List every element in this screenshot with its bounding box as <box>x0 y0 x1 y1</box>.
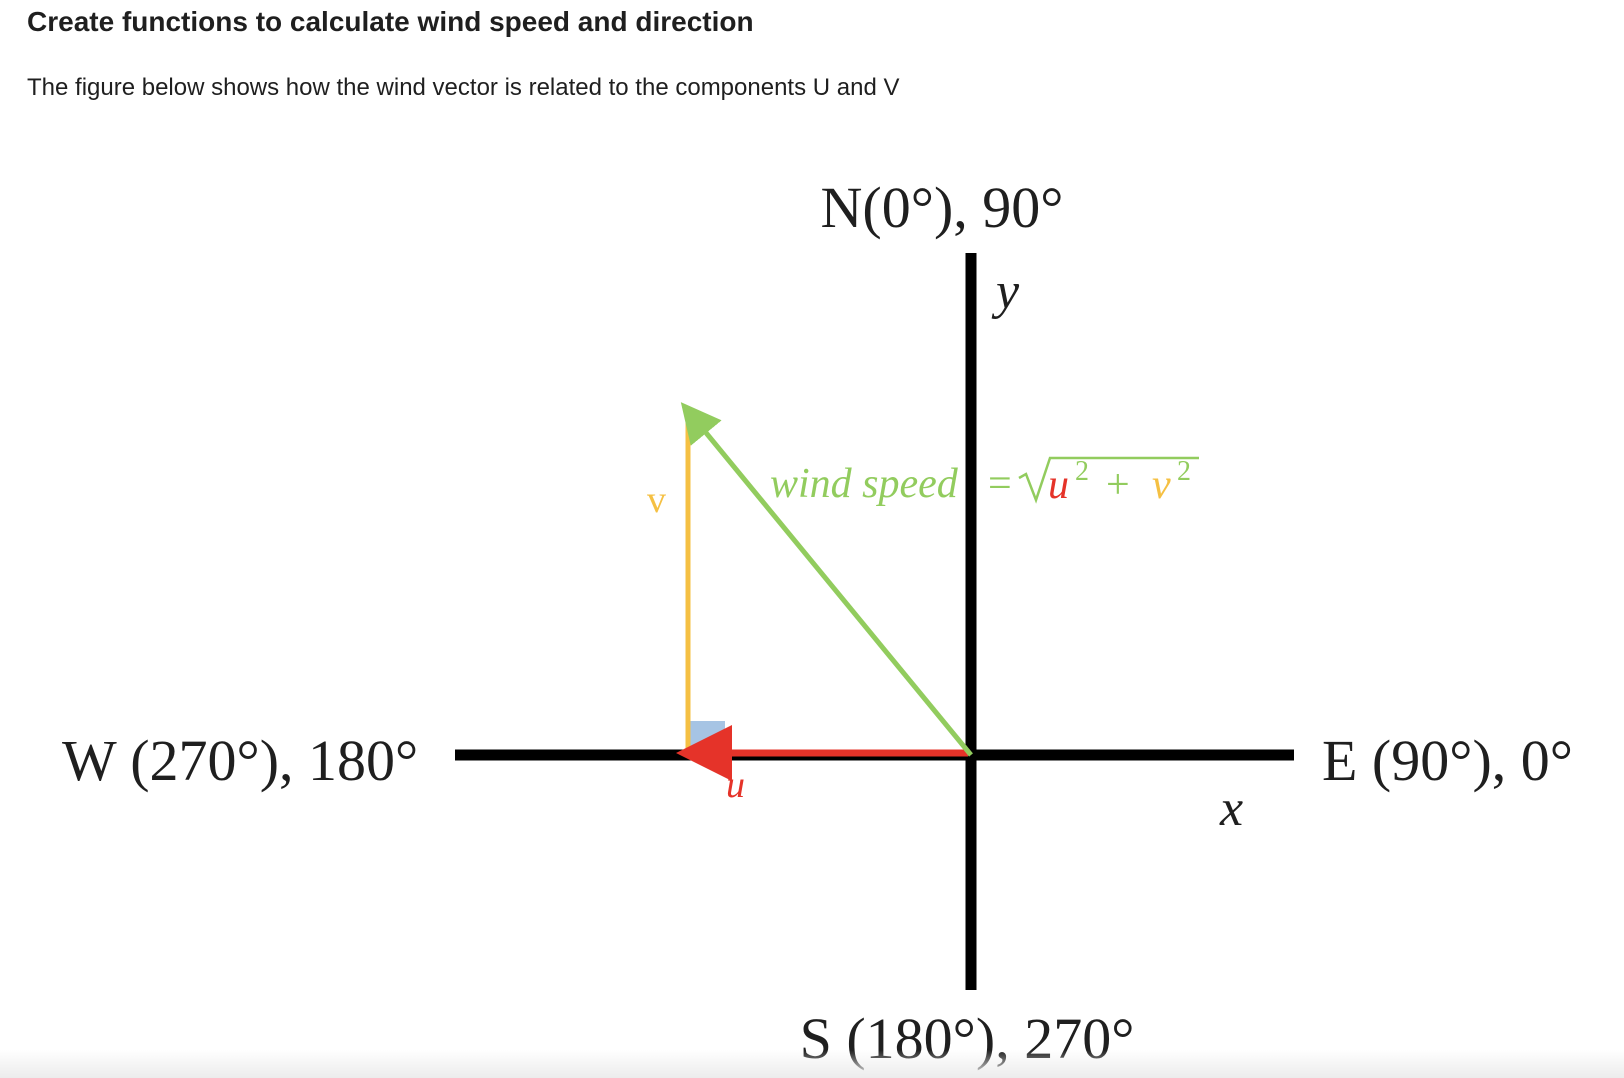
formula-u-exponent: 2 <box>1075 456 1089 487</box>
wind-speed-formula-lhs: wind speed <box>770 461 959 507</box>
x-axis-label: x <box>1219 780 1243 837</box>
u-component-label: u <box>726 764 745 806</box>
bottom-edge-shadow <box>0 1050 1624 1078</box>
wind-vector-arrow <box>680 402 973 757</box>
east-label: E (90°), 0° <box>1322 728 1573 793</box>
formula-equals: = <box>988 461 1012 507</box>
y-axis-label: y <box>991 263 1020 320</box>
formula-v-variable: v <box>1152 462 1171 508</box>
formula-u-variable: u <box>1048 462 1069 508</box>
formula-plus: + <box>1106 462 1130 508</box>
north-label: N(0°), 90° <box>821 175 1064 240</box>
formula-v-exponent: 2 <box>1177 456 1191 487</box>
wind-vector-diagram: N(0°), 90° S (180°), 270° E (90°), 0° W … <box>62 175 1573 1071</box>
v-component-label: v <box>647 479 666 521</box>
right-angle-marker <box>690 721 725 750</box>
west-label: W (270°), 180° <box>62 728 418 793</box>
